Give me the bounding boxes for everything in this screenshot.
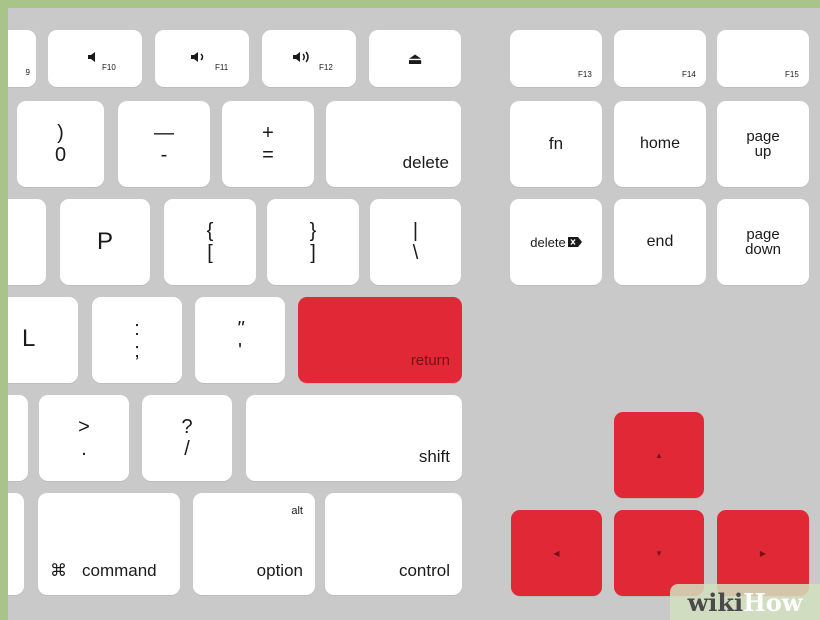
key-0-shift-label: ) bbox=[57, 122, 64, 144]
keyboard: 9 F10 F11 F12 ⏏ F13 F14 F15 ) 0 — - + = … bbox=[8, 8, 820, 620]
key-semicolon-shift-label: : bbox=[134, 318, 140, 340]
key-m[interactable] bbox=[8, 395, 28, 481]
key-left-bracket-label: [ bbox=[207, 242, 213, 264]
key-option-label: option bbox=[256, 561, 303, 580]
key-quote[interactable]: " ' bbox=[195, 297, 285, 383]
key-right-bracket-label: ] bbox=[310, 242, 316, 264]
key-command[interactable]: ⌘ command bbox=[38, 493, 180, 595]
key-o[interactable] bbox=[8, 199, 46, 285]
key-slash-shift-label: ? bbox=[181, 416, 193, 438]
key-delete[interactable]: delete bbox=[326, 101, 461, 187]
key-left-bracket-shift-label: { bbox=[206, 220, 214, 242]
key-return-label: return bbox=[410, 352, 450, 369]
key-f10[interactable]: F10 bbox=[48, 30, 142, 87]
key-arrow-up[interactable]: ▲ bbox=[614, 412, 704, 498]
key-f10-label: F10 bbox=[102, 63, 116, 72]
key-option-alt-label: alt bbox=[291, 505, 303, 517]
key-edge bbox=[8, 493, 24, 595]
key-command-label: command bbox=[82, 561, 157, 580]
key-minus[interactable]: — - bbox=[118, 101, 210, 187]
key-f14-label: F14 bbox=[682, 70, 696, 79]
key-slash[interactable]: ? / bbox=[142, 395, 232, 481]
watermark-part-1: wiki bbox=[687, 587, 744, 617]
key-fn[interactable]: fn bbox=[510, 101, 602, 187]
key-home[interactable]: home bbox=[614, 101, 706, 187]
key-f15[interactable]: F15 bbox=[717, 30, 809, 87]
key-p-label: P bbox=[96, 228, 113, 255]
key-arrow-left[interactable]: ◀ bbox=[511, 510, 602, 596]
key-fn-label: fn bbox=[548, 134, 564, 153]
key-l[interactable]: L bbox=[8, 297, 78, 383]
key-0[interactable]: ) 0 bbox=[17, 101, 104, 187]
key-page-up-label-1: page bbox=[746, 128, 780, 145]
key-shift-label: shift bbox=[418, 447, 450, 466]
key-p[interactable]: P bbox=[60, 199, 150, 285]
key-delete-label: delete bbox=[402, 153, 449, 172]
key-eject[interactable]: ⏏ bbox=[369, 30, 461, 87]
key-end-label: end bbox=[646, 233, 674, 250]
key-semicolon[interactable]: : ; bbox=[92, 297, 182, 383]
key-equals[interactable]: + = bbox=[222, 101, 314, 187]
speaker-mute-icon bbox=[88, 52, 95, 62]
key-f14[interactable]: F14 bbox=[614, 30, 706, 87]
key-quote-label: ' bbox=[238, 340, 242, 362]
key-backslash-shift-label: | bbox=[412, 220, 419, 242]
key-period-shift-label: > bbox=[78, 416, 90, 438]
volume-down-icon bbox=[191, 52, 204, 62]
key-equals-shift-label: + bbox=[262, 122, 274, 144]
key-forward-delete[interactable]: delete bbox=[510, 199, 602, 285]
key-minus-shift-label: — bbox=[154, 122, 174, 144]
key-equals-label: = bbox=[262, 144, 274, 166]
key-f9[interactable]: 9 bbox=[8, 30, 36, 87]
key-semicolon-label: ; bbox=[134, 340, 140, 362]
key-option[interactable]: alt option bbox=[193, 493, 315, 595]
key-f12[interactable]: F12 bbox=[262, 30, 356, 87]
key-f13-label: F13 bbox=[578, 70, 592, 79]
key-f11[interactable]: F11 bbox=[155, 30, 249, 87]
wikihow-watermark: wiki How bbox=[670, 584, 820, 620]
key-page-up[interactable]: page up bbox=[717, 101, 809, 187]
key-page-down-label-1: page bbox=[746, 226, 780, 243]
watermark-part-2: How bbox=[743, 587, 803, 617]
key-control[interactable]: control bbox=[325, 493, 462, 595]
key-control-label: control bbox=[398, 561, 450, 580]
key-minus-label: - bbox=[160, 144, 168, 166]
key-right-bracket-shift-label: } bbox=[309, 220, 317, 242]
image-frame: 9 F10 F11 F12 ⏏ F13 F14 F15 ) 0 — - + = … bbox=[0, 0, 820, 620]
key-right-bracket[interactable]: } ] bbox=[267, 199, 359, 285]
key-end[interactable]: end bbox=[614, 199, 706, 285]
arrow-left-icon: ◀ bbox=[553, 548, 560, 558]
key-backslash[interactable]: | \ bbox=[370, 199, 461, 285]
volume-up-icon bbox=[293, 51, 309, 63]
command-icon: ⌘ bbox=[50, 561, 67, 581]
arrow-up-icon: ▲ bbox=[655, 450, 663, 460]
key-slash-label: / bbox=[184, 438, 190, 460]
key-return[interactable]: return bbox=[298, 297, 462, 383]
key-0-label: 0 bbox=[54, 144, 67, 166]
key-shift[interactable]: shift bbox=[246, 395, 462, 481]
arrow-right-icon: ▶ bbox=[759, 548, 767, 558]
key-f15-label: F15 bbox=[785, 70, 799, 79]
key-page-down-label-2: down bbox=[745, 241, 781, 258]
key-f9-label: 9 bbox=[25, 68, 30, 77]
key-left-bracket[interactable]: { [ bbox=[164, 199, 256, 285]
key-f12-label: F12 bbox=[319, 63, 333, 72]
key-period-label: . bbox=[81, 438, 87, 460]
key-f11-label: F11 bbox=[215, 63, 229, 72]
key-page-down[interactable]: page down bbox=[717, 199, 809, 285]
key-f13[interactable]: F13 bbox=[510, 30, 602, 87]
key-period[interactable]: > . bbox=[39, 395, 129, 481]
key-home-label: home bbox=[639, 135, 681, 152]
arrow-down-icon: ▼ bbox=[655, 548, 663, 558]
key-forward-delete-label: delete bbox=[530, 234, 566, 250]
key-quote-shift-label: " bbox=[236, 318, 244, 340]
key-page-up-label-2: up bbox=[754, 143, 772, 160]
forward-delete-icon bbox=[567, 237, 582, 247]
key-l-label: L bbox=[22, 325, 36, 352]
key-backslash-label: \ bbox=[412, 242, 419, 264]
eject-icon: ⏏ bbox=[407, 49, 423, 68]
